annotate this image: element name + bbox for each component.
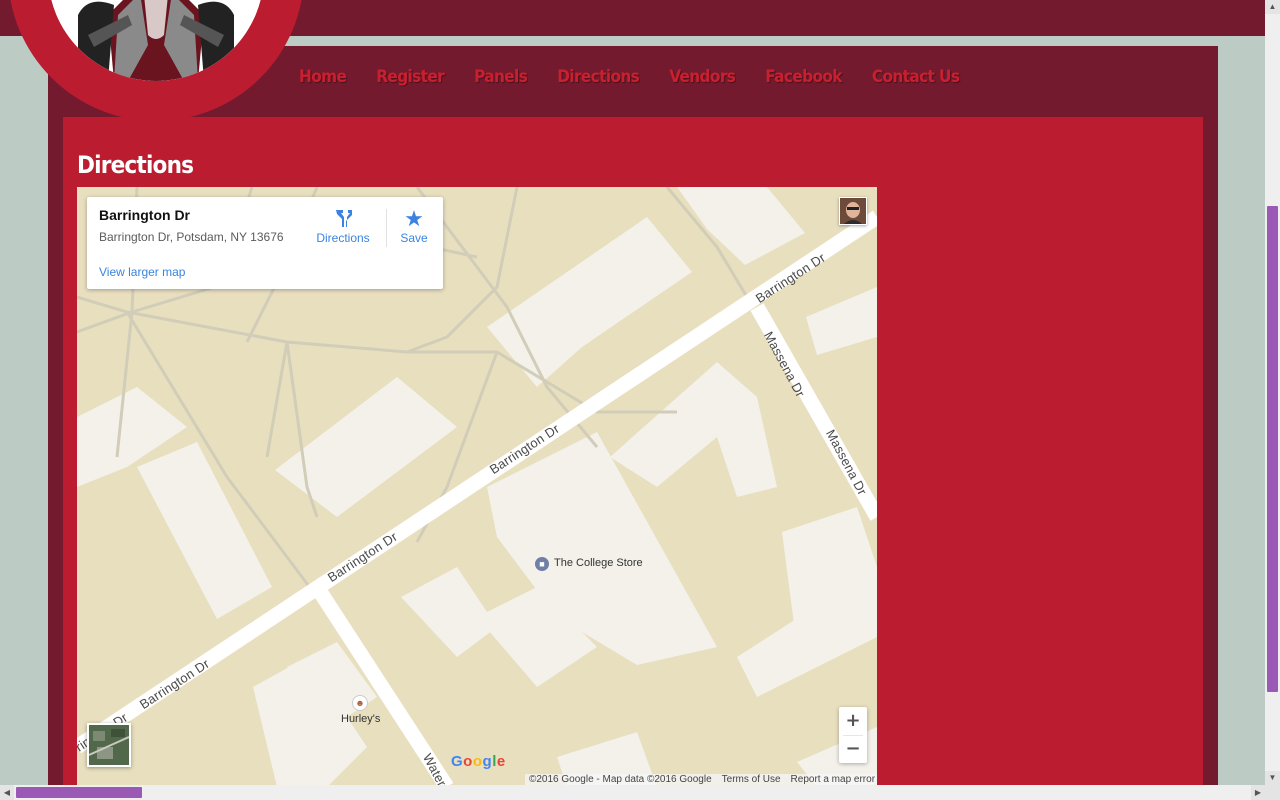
scroll-up-icon[interactable]: ▲ [1265,0,1280,14]
satellite-view-toggle[interactable] [87,723,131,767]
directions-icon [313,207,373,231]
scroll-left-icon[interactable]: ◀ [0,785,14,800]
logo-artwork [48,0,264,81]
google-logo: Google [451,753,506,770]
horizontal-scrollbar[interactable]: ◀ ▶ [0,785,1265,800]
vertical-scrollbar[interactable]: ▲ ▼ [1265,0,1280,785]
nav-register[interactable]: Register [361,60,459,96]
vertical-scroll-thumb[interactable] [1267,206,1278,692]
card-divider [386,209,387,247]
poi-label[interactable]: Hurley's [341,713,380,725]
nav-vendors[interactable]: Vendors [654,60,750,96]
zoom-divider [843,735,863,736]
nav-panels[interactable]: Panels [459,60,542,96]
zoom-in-button[interactable]: + [839,707,867,735]
horizontal-scroll-thumb[interactable] [16,787,142,798]
zoom-out-button[interactable]: − [839,735,867,763]
main-nav: Home Register Panels Directions Vendors … [284,60,974,96]
place-address: Barrington Dr, Potsdam, NY 13676 [99,230,284,244]
user-avatar[interactable] [839,197,867,225]
embedded-map[interactable]: Barrington Dr Barrington Dr Barrington D… [77,187,877,787]
zoom-control: + − [839,707,867,763]
place-info-card: Barrington Dr Barrington Dr, Potsdam, NY… [87,197,443,289]
directions-button[interactable]: Directions [313,207,373,245]
scrollbar-corner [1265,785,1280,800]
poi-label[interactable]: The College Store [554,557,643,569]
shopping-bag-icon[interactable]: ■ [535,557,549,571]
save-button[interactable]: ★ Save [393,206,435,246]
place-title: Barrington Dr [99,207,190,223]
nav-contact-us[interactable]: Contact Us [857,60,974,96]
scroll-down-icon[interactable]: ▼ [1265,771,1280,785]
scroll-right-icon[interactable]: ▶ [1251,785,1265,800]
theater-icon[interactable]: ☻ [352,695,368,711]
page-title: Directions [77,151,194,179]
nav-directions[interactable]: Directions [542,60,654,96]
save-label: Save [400,231,428,245]
view-larger-map-link[interactable]: View larger map [99,265,185,279]
nav-home[interactable]: Home [284,60,361,96]
nav-facebook[interactable]: Facebook [750,60,857,96]
directions-label: Directions [316,231,370,245]
star-icon: ★ [404,206,424,231]
